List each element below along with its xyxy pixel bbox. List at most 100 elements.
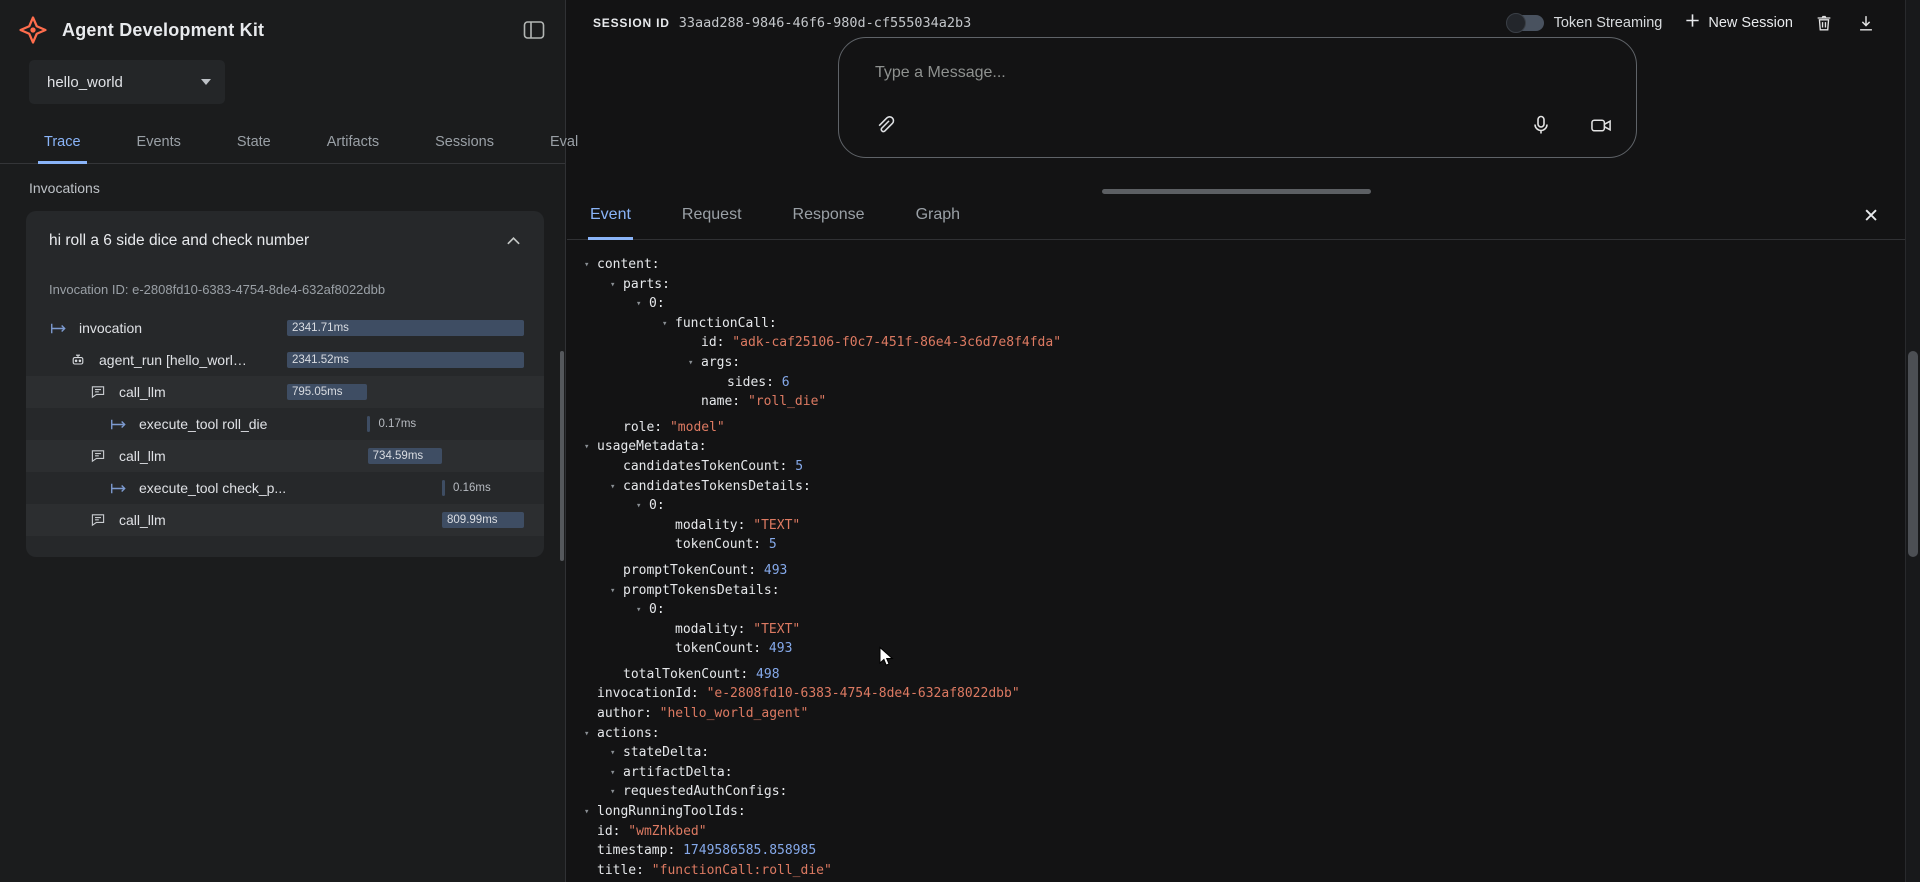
json-line: ▾content: [584,255,1905,275]
trace-row[interactable]: invocation2341.71ms [26,312,544,344]
json-line: ▾promptTokensDetails: [610,581,1905,601]
json-value: 5 [787,459,803,474]
invocation-header[interactable]: hi roll a 6 side dice and check number [26,211,544,271]
trace-duration-bar [442,480,445,496]
collapse-arrow-icon[interactable]: ▾ [636,601,649,621]
sidebar-scrollbar[interactable] [560,351,564,561]
plus-icon [1684,12,1701,34]
json-line: sides: 6 [727,373,1905,393]
json-value: 493 [761,641,792,656]
trace-row[interactable]: call_llm 795.05ms [26,376,544,408]
json-line: ▾longRunningToolIds: [584,802,1905,822]
collapse-arrow-icon[interactable]: ▾ [636,295,649,315]
collapse-arrow-icon[interactable]: ▾ [610,478,623,498]
collapse-arrow-icon[interactable]: ▾ [662,315,675,335]
json-key: 0: [649,602,665,617]
event-json-tree: ▾content:▾parts:▾0:▾functionCall:id: "ad… [567,241,1905,882]
main-panel: SESSION ID 33aad288-9846-46f6-980d-cf555… [567,0,1920,882]
collapse-arrow-icon[interactable]: ▾ [610,764,623,784]
tab-graph[interactable]: Graph [914,193,962,240]
trace-row[interactable]: execute_tool roll_die0.17ms [26,408,544,440]
collapse-arrow-icon[interactable]: ▾ [610,276,623,296]
trace-span-label: execute_tool check_p... [139,480,286,496]
collapse-arrow-icon[interactable]: ▾ [584,725,597,745]
trace-row[interactable]: call_llm809.99ms [26,504,544,536]
tab-events[interactable]: Events [131,122,187,164]
detail-tabs: Event Request Response Graph [588,193,962,239]
vertical-scrollbar[interactable] [1908,351,1918,557]
collapse-arrow-icon[interactable]: ▾ [584,256,597,276]
camera-icon[interactable] [1589,113,1613,137]
token-streaming-toggle[interactable] [1507,15,1544,31]
adk-logo-icon [16,13,50,47]
tab-sessions[interactable]: Sessions [429,122,500,164]
json-key: author: [597,706,652,721]
collapse-arrow-icon[interactable]: ▾ [688,354,701,374]
tab-trace[interactable]: Trace [38,122,87,164]
tab-artifacts[interactable]: Artifacts [321,122,385,164]
agent-select[interactable]: hello_world [29,60,225,104]
json-line: title: "functionCall:roll_die" [597,861,1905,881]
json-key: parts: [623,277,670,292]
json-line: ▾stateDelta: [610,743,1905,763]
json-key: stateDelta: [623,745,709,760]
json-value: "model" [662,420,725,435]
collapse-arrow-icon[interactable]: ▾ [610,744,623,764]
json-line: ▾functionCall: [662,314,1905,334]
agent-select-value: hello_world [47,74,201,91]
json-value: "roll_die" [740,394,826,409]
tab-response[interactable]: Response [791,193,867,240]
json-key: args: [701,355,740,370]
collapse-panel-icon[interactable] [521,17,547,43]
delete-session-icon[interactable] [1813,12,1835,34]
trace-span-label: call_llm [119,512,166,528]
json-line: tokenCount: 5 [675,535,1905,555]
invocations-title: Invocations [29,180,100,196]
trace-row[interactable]: agent_run [hello_world_agent]2341.52ms [26,344,544,376]
tab-state[interactable]: State [231,122,277,164]
json-line: modality: "TEXT" [675,620,1905,640]
new-session-label: New Session [1708,15,1793,31]
json-key: usageMetadata: [597,439,707,454]
trace-row[interactable]: call_llm734.59ms [26,440,544,472]
sidebar-header: Agent Development Kit [0,0,565,60]
session-id-label: SESSION ID [593,16,670,30]
trace-duration-label: 734.59ms [373,448,424,464]
json-line: ▾args: [688,353,1905,373]
json-key: id: [701,335,724,350]
span-icon [110,415,130,433]
json-value: 493 [756,563,787,578]
collapse-arrow-icon[interactable]: ▾ [584,438,597,458]
chevron-up-icon[interactable] [502,230,524,252]
tab-event[interactable]: Event [588,193,633,240]
trace-span-label: call_llm [119,384,166,400]
json-line: ▾parts: [610,275,1905,295]
sidebar-tabs: TraceEventsStateArtifactsSessionsEval [0,122,565,164]
microphone-icon[interactable] [1529,113,1553,137]
json-line: role: "model" [623,418,1905,438]
attach-file-icon[interactable] [872,113,896,137]
trace-row[interactable]: execute_tool check_p...0.16ms [26,472,544,504]
chat-icon [90,447,110,465]
json-key: promptTokenCount: [623,563,756,578]
json-line: id: "wmZhkbed" [597,822,1905,842]
json-key: candidatesTokenCount: [623,459,787,474]
tab-request[interactable]: Request [680,193,744,240]
new-session-button[interactable]: New Session [1684,12,1793,34]
span-icon [50,319,70,337]
json-value: "hello_world_agent" [652,706,809,721]
trace-duration-label: 795.05ms [292,384,343,400]
invocation-id: Invocation ID: e-2808fd10-6383-4754-8de4… [26,271,544,312]
span-icon [110,479,130,497]
json-key: 0: [649,498,665,513]
collapse-arrow-icon[interactable]: ▾ [610,783,623,803]
message-input[interactable] [839,38,1636,157]
download-icon[interactable] [1855,12,1877,34]
collapse-arrow-icon[interactable]: ▾ [610,582,623,602]
trace-duration-label: 0.17ms [378,416,416,432]
json-key: actions: [597,726,660,741]
collapse-arrow-icon[interactable]: ▾ [584,803,597,823]
session-id-value: 33aad288-9846-46f6-980d-cf555034a2b3 [679,15,972,31]
close-icon[interactable]: ✕ [1863,207,1879,226]
collapse-arrow-icon[interactable]: ▾ [636,497,649,517]
